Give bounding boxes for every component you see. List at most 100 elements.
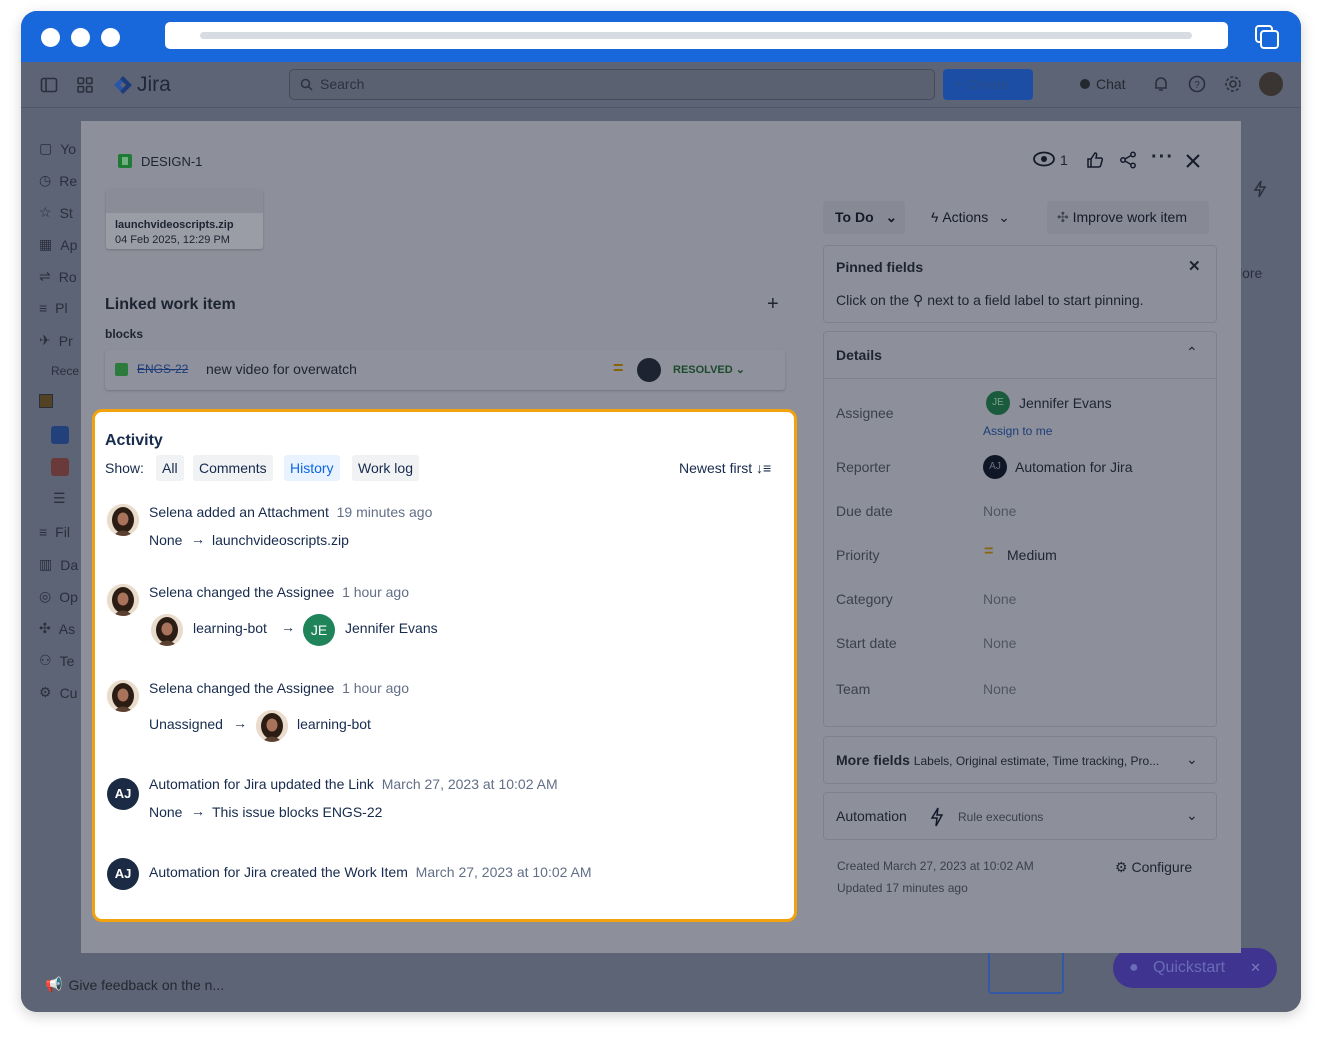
sidebar-recent-item[interactable] [51,458,69,476]
tab-comments[interactable]: Comments [193,455,273,481]
assign-to-me-link[interactable]: Assign to me [983,424,1052,438]
sidebar-item[interactable]: ▥ Da [39,556,78,573]
jira-logo[interactable]: Jira [113,73,171,97]
sidebar-item-label: Pl [55,300,68,316]
settings-gear-icon[interactable] [1224,75,1242,93]
chat-button[interactable]: Chat [1079,76,1126,92]
chevron-up-icon[interactable]: ⌃ [1186,344,1198,361]
sidebar-item[interactable]: ◎ Op [39,588,78,605]
sidebar-recent-item[interactable]: ☰ [53,490,66,507]
start-date-label: Start date [836,635,897,651]
sidebar-item[interactable]: ☆ St [39,204,73,221]
notifications-bell-icon[interactable] [1152,75,1170,93]
updated-timestamp: Updated 17 minutes ago [837,881,968,895]
chevron-down-icon[interactable]: ⌄ [1186,807,1198,824]
more-actions-icon[interactable]: ··· [1151,146,1174,169]
sort-icon: ↓≡ [756,460,772,476]
linked-item-key[interactable]: ENGS-22 [137,362,188,376]
entry-object: Work Item [344,864,408,880]
pinned-hint: Click on the ⚲ next to a field label to … [836,292,1144,309]
priority-value[interactable]: Medium [1007,547,1057,563]
sort-toggle[interactable]: Newest first ↓≡ [679,460,771,476]
address-placeholder-line [200,32,1192,39]
apps-icon: ▦ [39,236,53,252]
user-avatar[interactable] [1259,72,1283,96]
help-icon[interactable]: ? [1188,75,1206,93]
sidebar-item[interactable]: ⚙ Cu [39,684,77,701]
automation-hint: Rule executions [958,810,1044,824]
watch-eye-icon[interactable] [1033,151,1055,167]
sidebar-item[interactable]: ▢ Yo [39,140,76,157]
attachment-card[interactable]: launchvideoscripts.zip 04 Feb 2025, 12:2… [106,189,263,249]
tab-all[interactable]: All [156,455,184,481]
close-pinned-icon[interactable]: ✕ [1188,257,1201,275]
thumbs-up-icon[interactable] [1086,151,1104,169]
linked-item-summary[interactable]: new video for overwatch [206,361,357,377]
close-icon[interactable]: ✕ [1250,948,1261,988]
selena-photo [107,584,139,616]
sidebar-item[interactable]: ≡ Pl [39,300,68,316]
automation-panel[interactable]: Automation Rule executions ⌄ [823,792,1217,840]
sidebar-item[interactable]: ⇌ Ro [39,268,77,285]
selena-avatar [107,584,139,616]
close-modal-icon[interactable] [1185,153,1201,169]
tabs-icon[interactable] [1254,24,1280,50]
roadmap-icon: ⇌ [39,268,51,284]
entry-verb: created the [270,864,341,880]
actions-dropdown[interactable]: ϟ Actions ⌄ [931,209,1010,226]
assignee-value[interactable]: Jennifer Evans [1019,395,1112,411]
entry-verb: added an [196,504,255,520]
create-button[interactable]: + Create [943,69,1033,100]
sidebar-item-label: Te [59,652,75,669]
sidebar-item[interactable]: ✈ Pr [39,332,73,349]
give-feedback-link[interactable]: 📢 Give feedback on the n... [45,976,224,993]
window-dot[interactable] [41,28,60,47]
sidebar-item[interactable]: ≡ Fil [39,524,70,540]
add-link-plus-icon[interactable]: + [767,293,779,316]
automation-title: Automation [836,808,907,824]
entry-to: Jennifer Evans [345,620,438,636]
chat-icon [1080,79,1090,89]
reporter-avatar: AJ [983,455,1007,479]
improve-work-item-button[interactable]: ✣ Improve work item [1047,201,1209,234]
window-dot[interactable] [71,28,90,47]
due-date-value[interactable]: None [983,503,1016,519]
sidebar-item[interactable]: ▦ Ap [39,236,77,253]
chevron-down-icon[interactable]: ⌄ [1186,751,1198,768]
quickstart-button[interactable]: ● Quickstart ✕ [1113,948,1277,988]
recent-project-icon [51,426,69,444]
entry-to: This issue blocks ENGS-22 [212,804,383,820]
selena-photo [107,504,139,536]
issue-key[interactable]: DESIGN-1 [141,154,202,169]
entry-from: learning-bot [193,620,267,636]
category-value[interactable]: None [983,591,1016,607]
pinned-fields-title: Pinned fields [836,259,924,275]
status-dropdown[interactable]: To Do ⌄ [823,201,905,234]
start-date-value[interactable]: None [983,635,1016,651]
sidebar-item[interactable]: ⚇ Te [39,652,74,669]
share-icon[interactable] [1119,151,1137,169]
linked-item-row[interactable]: ENGS-22 new video for overwatch = RESOLV… [105,350,785,390]
sidebar-toggle-icon[interactable] [40,76,58,94]
linked-item-status[interactable]: RESOLVED ⌄ [673,363,745,376]
address-bar[interactable] [165,22,1228,49]
app-switcher-icon[interactable] [76,76,94,94]
search-input[interactable]: Search [289,69,935,100]
story-icon [115,363,128,376]
pinned-fields-panel: Pinned fields ✕ Click on the ⚲ next to a… [823,245,1217,323]
tab-work-log[interactable]: Work log [352,455,419,481]
team-value[interactable]: None [983,681,1016,697]
configure-button[interactable]: ⚙ Configure [1115,859,1192,876]
sidebar-item[interactable]: ✣ As [39,620,75,637]
sidebar-recent-item[interactable] [51,426,69,444]
sidebar-item[interactable]: ◷ Re [39,172,77,189]
tab-history[interactable]: History [284,455,340,481]
plus-icon: + [955,76,964,92]
pin-icon: ⚲ [913,292,924,308]
sidebar-recent-item[interactable] [39,394,53,408]
more-fields-panel[interactable]: More fields Labels, Original estimate, T… [823,736,1217,784]
window-dot[interactable] [101,28,120,47]
reporter-value[interactable]: Automation for Jira [1015,459,1133,475]
entry-actor: Selena [149,680,193,696]
quickstart-label: Quickstart [1153,959,1226,976]
